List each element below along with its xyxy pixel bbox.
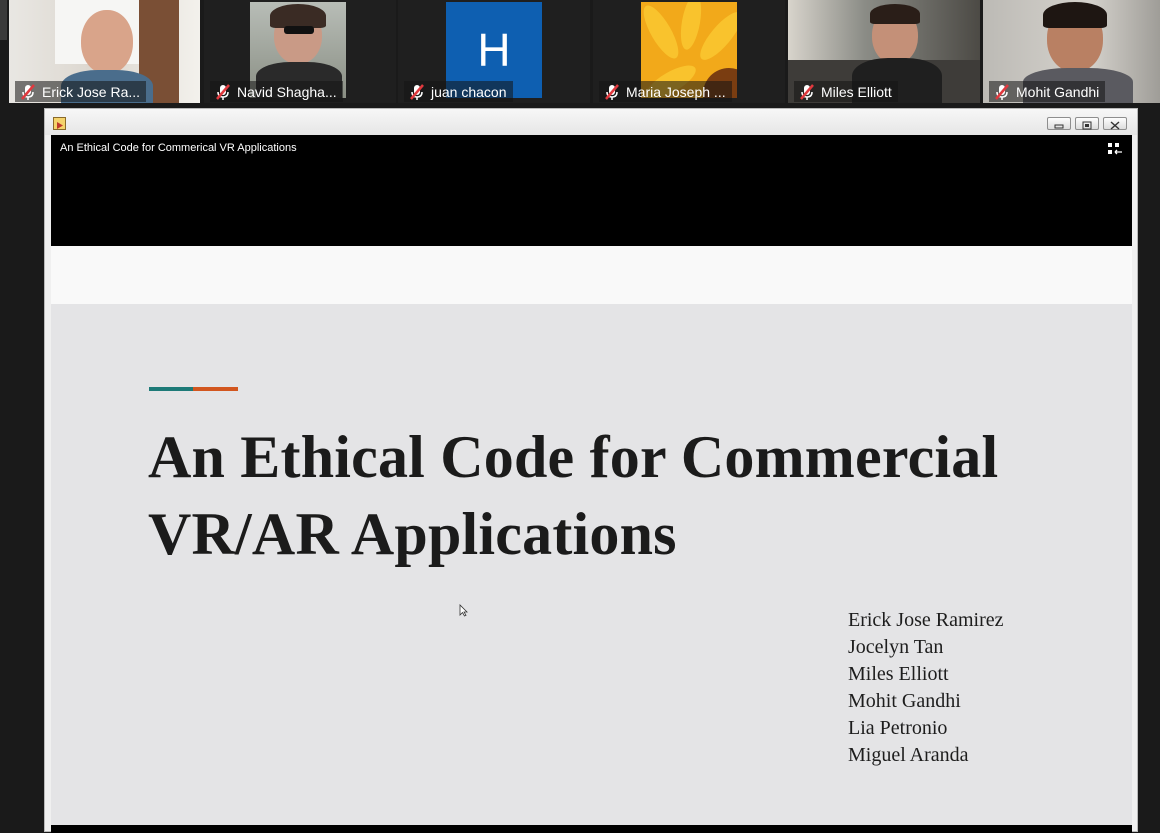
close-button[interactable] [1103, 117, 1127, 130]
slide-title: An Ethical Code for Commercial VR/AR App… [148, 424, 999, 567]
participant-name: Miles Elliott [821, 83, 892, 100]
window-titlebar[interactable] [45, 109, 1137, 135]
participant-name: juan chacon [431, 83, 507, 100]
mic-muted-icon [216, 83, 230, 100]
author-name: Jocelyn Tan [848, 636, 944, 658]
participant-tile[interactable]: Navid Shagha... [204, 0, 396, 103]
slide-top-band [51, 246, 1132, 304]
minimize-icon [1054, 124, 1064, 129]
participant-name: Erick Jose Ra... [42, 83, 141, 100]
participant-name-bar: juan chacon [404, 81, 513, 102]
participant-tile[interactable]: Erick Jose Ra... [9, 0, 200, 103]
mouse-cursor-icon [459, 604, 468, 617]
participant-name: Navid Shagha... [237, 83, 337, 100]
shared-screen-window[interactable]: An Ethical Code for Commerical VR Applic… [44, 108, 1138, 833]
participant-tile[interactable]: Mohit Gandhi [983, 0, 1160, 103]
participant-tile[interactable]: H juan chacon [398, 0, 590, 103]
participant-name-bar: Mohit Gandhi [989, 81, 1106, 102]
previous-tile-edge [0, 0, 7, 40]
restore-button[interactable] [1075, 117, 1099, 130]
participant-name-bar: Miles Elliott [794, 81, 898, 102]
video-player[interactable]: An Ethical Code for Commerical VR Applic… [51, 135, 1132, 833]
close-icon [1110, 121, 1120, 130]
restore-icon [1082, 121, 1092, 130]
video-title: An Ethical Code for Commerical VR Applic… [60, 142, 297, 154]
participant-strip: Erick Jose Ra... Navid Shagha... H juan … [0, 0, 1160, 106]
author-name: Miles Elliott [848, 663, 949, 685]
participant-name-bar: Maria Joseph ... [599, 81, 732, 102]
mic-muted-icon [21, 83, 35, 100]
participant-name: Mohit Gandhi [1016, 83, 1100, 100]
author-name: Erick Jose Ramirez [848, 609, 1004, 631]
mic-muted-icon [800, 83, 814, 100]
title-accent-line [149, 387, 238, 391]
avatar-letter: H [477, 24, 511, 76]
media-player-icon [53, 117, 66, 130]
presentation-slide: An Ethical Code for Commercial VR/AR App… [51, 304, 1132, 825]
video-header: An Ethical Code for Commerical VR Applic… [51, 135, 1132, 246]
mic-muted-icon [605, 83, 619, 100]
minimize-button[interactable] [1047, 117, 1071, 130]
author-name: Mohit Gandhi [848, 690, 961, 712]
participant-name-bar: Navid Shagha... [210, 81, 343, 102]
mic-muted-icon [410, 83, 424, 100]
participant-name: Maria Joseph ... [626, 83, 726, 100]
author-name: Miguel Aranda [848, 744, 969, 766]
participant-tile[interactable]: Maria Joseph ... [593, 0, 785, 103]
author-list: Erick Jose Ramirez Jocelyn Tan Miles Ell… [848, 607, 1004, 769]
author-name: Lia Petronio [848, 717, 948, 739]
participant-tile[interactable]: Miles Elliott [788, 0, 980, 103]
mic-muted-icon [995, 83, 1009, 100]
exit-fullscreen-icon[interactable] [1107, 142, 1123, 156]
participant-name-bar: Erick Jose Ra... [15, 81, 147, 102]
